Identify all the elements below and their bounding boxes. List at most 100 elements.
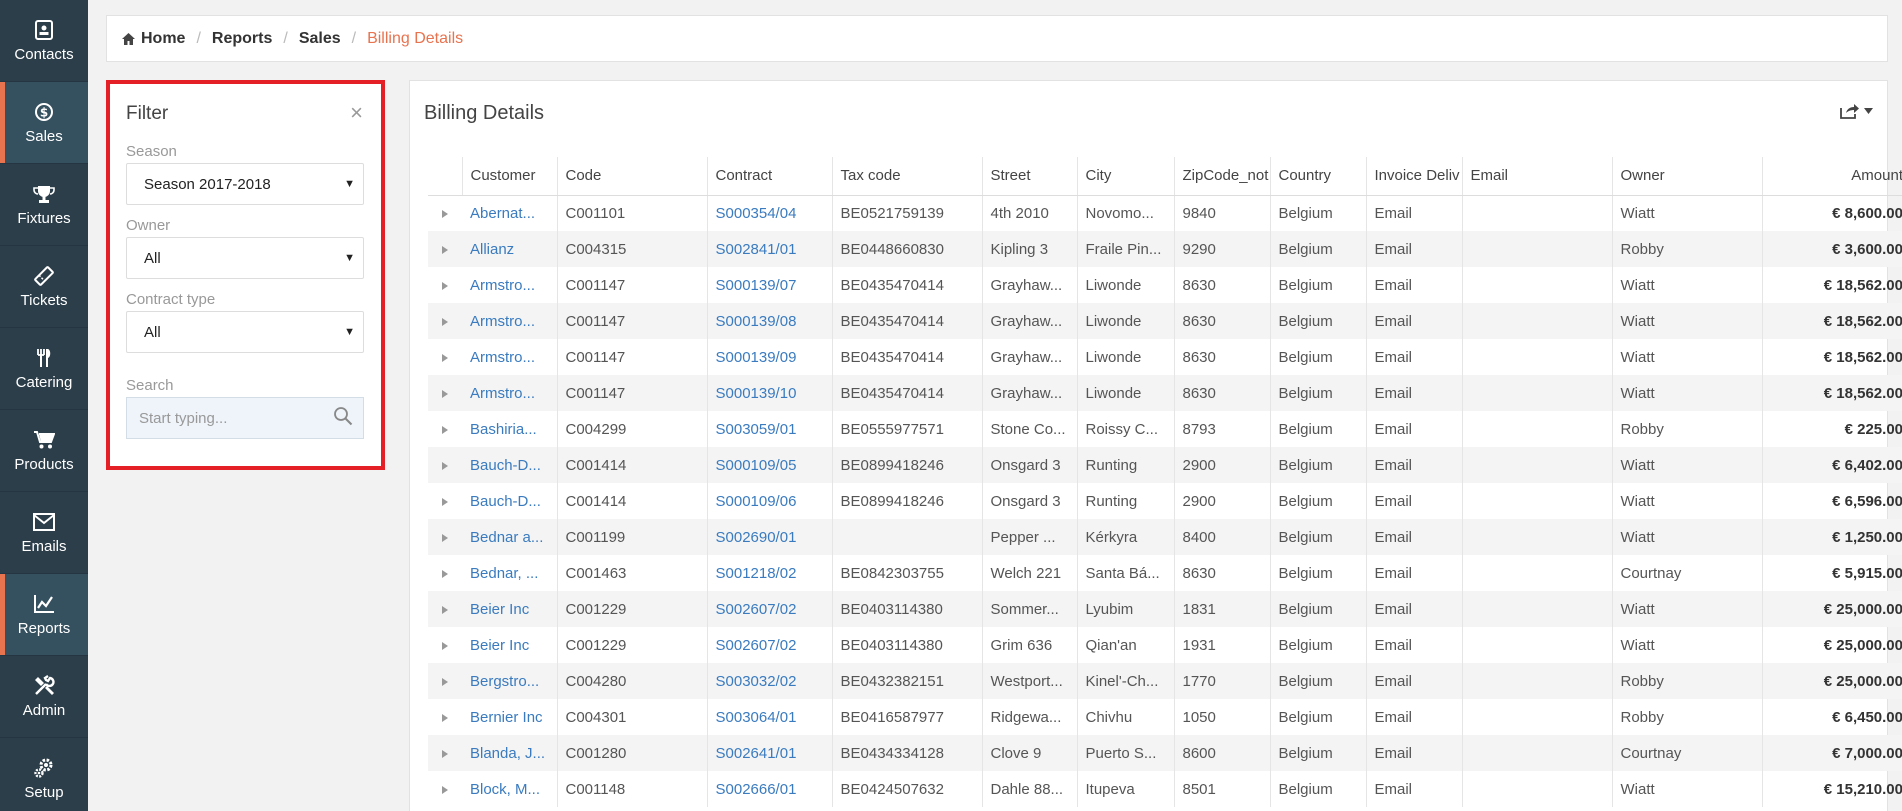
cell-customer[interactable]: Armstro... bbox=[462, 375, 558, 411]
table-row[interactable]: Bednar, ... C001463 S001218/02 BE0842303755… bbox=[428, 555, 1902, 591]
table-row[interactable]: Beier Inc C001229 S002607/02 BE0403114380 Gr… bbox=[428, 627, 1902, 663]
expand-row-toggle[interactable] bbox=[428, 627, 462, 663]
cell-contract[interactable]: S000139/10 bbox=[707, 375, 833, 411]
cell-customer[interactable]: Block, M... bbox=[462, 771, 558, 807]
cell-contract[interactable]: S002607/02 bbox=[707, 627, 833, 663]
expand-row-toggle[interactable] bbox=[428, 411, 462, 447]
cell-contract[interactable]: S003032/02 bbox=[707, 663, 833, 699]
table-row[interactable]: Armstro... C001147 S000139/10 BE0435470414 G… bbox=[428, 375, 1902, 411]
cell-customer[interactable]: Blanda, J... bbox=[462, 735, 558, 771]
table-row[interactable]: Bednar a... C001199 S002690/01 Pepper ... Ké… bbox=[428, 519, 1902, 555]
expand-row-toggle[interactable] bbox=[428, 591, 462, 627]
cell-contract[interactable]: S000109/05 bbox=[707, 447, 833, 483]
expand-row-toggle[interactable] bbox=[428, 699, 462, 735]
cell-contract[interactable]: S000109/06 bbox=[707, 483, 833, 519]
cell-customer[interactable]: Abernat... bbox=[462, 195, 558, 231]
breadcrumb-reports[interactable]: Reports bbox=[212, 30, 272, 48]
cell-contract[interactable]: S002607/02 bbox=[707, 591, 833, 627]
search-icon[interactable] bbox=[333, 406, 353, 430]
sidebar-item-admin[interactable]: Admin bbox=[0, 656, 88, 738]
cell-contract[interactable]: S000354/04 bbox=[707, 195, 833, 231]
cell-customer[interactable]: Armstro... bbox=[462, 303, 558, 339]
column-header-zipcode[interactable]: ZipCode_not bbox=[1174, 157, 1271, 196]
expand-row-toggle[interactable] bbox=[428, 339, 462, 375]
cell-contract[interactable]: S003064/01 bbox=[707, 699, 833, 735]
sidebar-item-tickets[interactable]: Tickets bbox=[0, 246, 88, 328]
home-icon[interactable] bbox=[122, 32, 135, 45]
cell-contract[interactable]: S000139/08 bbox=[707, 303, 833, 339]
export-button[interactable] bbox=[1840, 103, 1873, 119]
cell-customer[interactable]: Beier Inc bbox=[462, 591, 558, 627]
contract-type-select[interactable]: All ▼ bbox=[126, 311, 364, 353]
expand-row-toggle[interactable] bbox=[428, 231, 462, 267]
expand-row-toggle[interactable] bbox=[428, 447, 462, 483]
expand-row-toggle[interactable] bbox=[428, 267, 462, 303]
sidebar-item-products[interactable]: Products bbox=[0, 410, 88, 492]
breadcrumb-home[interactable]: Home bbox=[141, 30, 185, 48]
cell-customer[interactable]: Beier Inc bbox=[462, 627, 558, 663]
cell-contract[interactable]: S001218/02 bbox=[707, 555, 833, 591]
column-header-city[interactable]: City bbox=[1077, 157, 1175, 196]
sidebar-item-sales[interactable]: $ Sales bbox=[0, 82, 88, 164]
table-row[interactable]: Armstro... C001147 S000139/09 BE0435470414 G… bbox=[428, 339, 1902, 375]
sidebar-item-contacts[interactable]: Contacts bbox=[0, 0, 88, 82]
table-row[interactable]: Abernat... C001101 S000354/04 BE0521759139 4… bbox=[428, 195, 1902, 231]
cell-contract[interactable]: S002690/01 bbox=[707, 519, 833, 555]
table-row[interactable]: Bashiria... C004299 S003059/01 BE0555977571… bbox=[428, 411, 1902, 447]
cell-customer[interactable]: Armstro... bbox=[462, 339, 558, 375]
table-row[interactable]: Block, M... C001148 S002666/01 BE0424507632… bbox=[428, 771, 1902, 807]
cell-customer[interactable]: Bednar, ... bbox=[462, 555, 558, 591]
column-header-email[interactable]: Email bbox=[1462, 157, 1613, 196]
table-row[interactable]: Armstro... C001147 S000139/08 BE0435470414 G… bbox=[428, 303, 1902, 339]
cell-contract[interactable]: S003059/01 bbox=[707, 411, 833, 447]
expand-row-toggle[interactable] bbox=[428, 375, 462, 411]
table-row[interactable]: Bauch-D... C001414 S000109/06 BE0899418246 O… bbox=[428, 483, 1902, 519]
column-header-code[interactable]: Code bbox=[557, 157, 708, 196]
column-header-country[interactable]: Country bbox=[1270, 157, 1367, 196]
sidebar-item-setup[interactable]: Setup bbox=[0, 738, 88, 811]
column-header-customer[interactable]: Customer bbox=[462, 157, 558, 196]
expand-row-toggle[interactable] bbox=[428, 519, 462, 555]
cell-contract[interactable]: S002666/01 bbox=[707, 771, 833, 807]
cell-customer[interactable]: Bergstro... bbox=[462, 663, 558, 699]
cell-customer[interactable]: Armstro... bbox=[462, 267, 558, 303]
sidebar-item-reports[interactable]: Reports bbox=[0, 574, 88, 656]
cell-customer[interactable]: Allianz bbox=[462, 231, 558, 267]
cell-customer[interactable]: Bashiria... bbox=[462, 411, 558, 447]
owner-select[interactable]: All ▼ bbox=[126, 237, 364, 279]
column-header-street[interactable]: Street bbox=[982, 157, 1078, 196]
expand-row-toggle[interactable] bbox=[428, 195, 462, 231]
expand-row-toggle[interactable] bbox=[428, 483, 462, 519]
table-row[interactable]: Bergstro... C004280 S003032/02 BE0432382151… bbox=[428, 663, 1902, 699]
column-header-invoice-delivery[interactable]: Invoice Deliv bbox=[1366, 157, 1463, 196]
table-row[interactable]: Allianz C004315 S002841/01 BE0448660830 Kipl… bbox=[428, 231, 1902, 267]
table-row[interactable]: Blanda, J... C001280 S002641/01 BE043433412… bbox=[428, 735, 1902, 771]
expand-row-toggle[interactable] bbox=[428, 771, 462, 807]
cell-contract[interactable]: S000139/09 bbox=[707, 339, 833, 375]
cell-contract[interactable]: S000139/07 bbox=[707, 267, 833, 303]
expand-row-toggle[interactable] bbox=[428, 663, 462, 699]
table-row[interactable]: Armstro... C001147 S000139/07 BE0435470414 G… bbox=[428, 267, 1902, 303]
sidebar-item-catering[interactable]: Catering bbox=[0, 328, 88, 410]
cell-customer[interactable]: Bauch-D... bbox=[462, 483, 558, 519]
cell-customer[interactable]: Bednar a... bbox=[462, 519, 558, 555]
search-input[interactable] bbox=[139, 409, 329, 427]
cell-customer[interactable]: Bauch-D... bbox=[462, 447, 558, 483]
column-header-amount[interactable]: Amount bbox=[1762, 157, 1902, 196]
close-icon[interactable]: × bbox=[350, 102, 363, 124]
cell-customer[interactable]: Bernier Inc bbox=[462, 699, 558, 735]
breadcrumb-sales[interactable]: Sales bbox=[299, 30, 341, 48]
cell-contract[interactable]: S002841/01 bbox=[707, 231, 833, 267]
table-row[interactable]: Bernier Inc C004301 S003064/01 BE0416587977… bbox=[428, 699, 1902, 735]
table-row[interactable]: Bauch-D... C001414 S000109/05 BE0899418246 O… bbox=[428, 447, 1902, 483]
expand-row-toggle[interactable] bbox=[428, 303, 462, 339]
table-row[interactable]: Beier Inc C001229 S002607/02 BE0403114380 So… bbox=[428, 591, 1902, 627]
column-header-contract[interactable]: Contract bbox=[707, 157, 833, 196]
sidebar-item-emails[interactable]: Emails bbox=[0, 492, 88, 574]
column-header-tax-code[interactable]: Tax code bbox=[832, 157, 983, 196]
column-header-owner[interactable]: Owner bbox=[1612, 157, 1763, 196]
sidebar-item-fixtures[interactable]: Fixtures bbox=[0, 164, 88, 246]
season-select[interactable]: Season 2017-2018 ▼ bbox=[126, 163, 364, 205]
expand-row-toggle[interactable] bbox=[428, 555, 462, 591]
cell-contract[interactable]: S002641/01 bbox=[707, 735, 833, 771]
